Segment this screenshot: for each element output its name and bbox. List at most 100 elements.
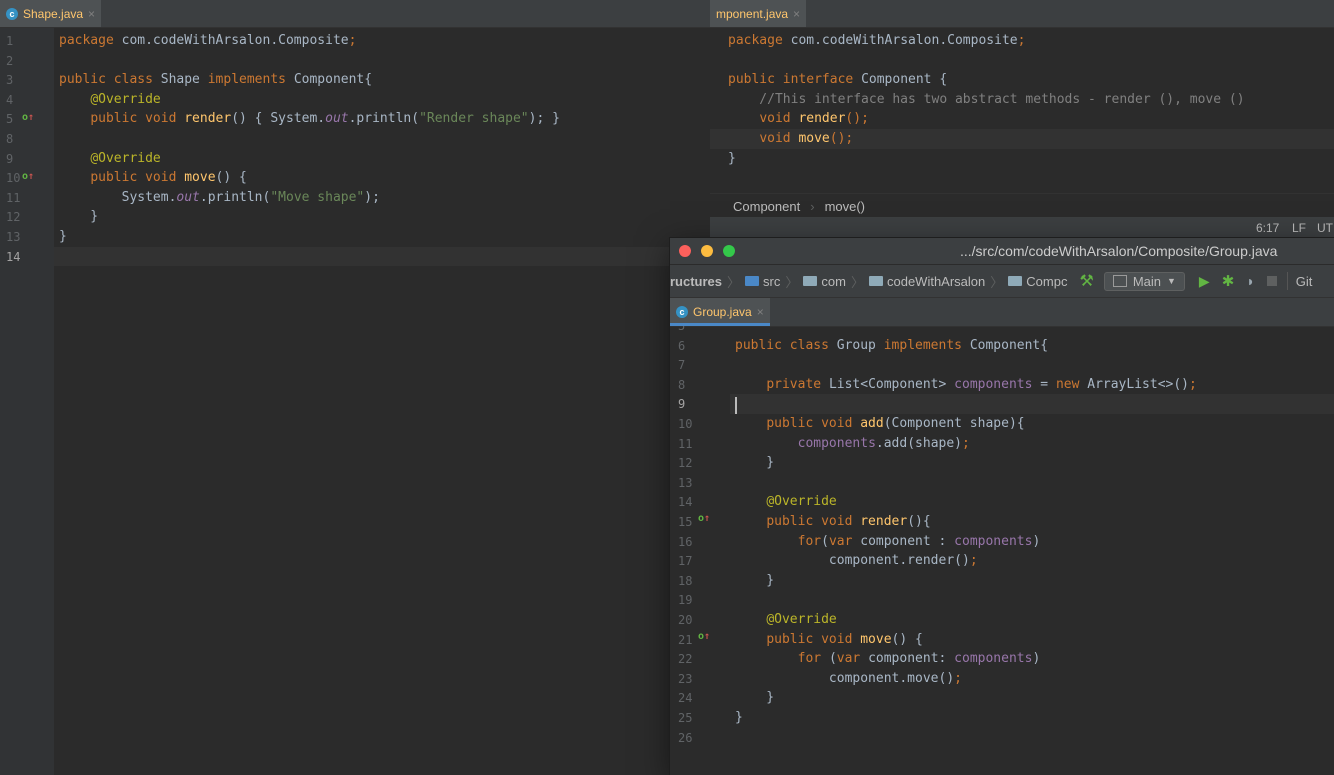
debug-icon[interactable]: ✱ [1222, 272, 1235, 290]
breadcrumb-method[interactable]: move() [825, 199, 865, 214]
code-line: components.add(shape); [735, 436, 970, 451]
code-token: for [797, 533, 822, 549]
tab-shape-java[interactable]: c Shape.java × [0, 0, 102, 27]
code-area[interactable]: 1 package com.codeWithArsalon.Composite; 2… [0, 28, 710, 775]
line-number: 6 [678, 338, 686, 353]
code-token: = [1032, 376, 1056, 392]
code-token: add [860, 416, 884, 431]
window-title: .../src/com/codeWithArsalon/Composite/Gr… [960, 243, 1278, 259]
code-token: ; [1017, 33, 1026, 48]
minimize-window-button[interactable] [701, 245, 713, 257]
code-token: } [59, 229, 67, 244]
code-token: components [954, 376, 1033, 392]
nav-crumb-codewitharsalon[interactable]: codeWithArsalon [868, 274, 985, 289]
nav-crumb-src[interactable]: src [745, 274, 780, 289]
maximize-window-button[interactable] [723, 245, 735, 257]
code-token: new [1055, 376, 1088, 392]
line-number: 5 [678, 326, 686, 333]
code-line: } [735, 690, 774, 705]
line-number: 7 [678, 358, 686, 373]
tab-group-java[interactable]: c Group.java × [670, 298, 770, 326]
code-line: public void add(Component shape){ [735, 416, 1025, 431]
code-line: } [735, 455, 774, 470]
line-separator[interactable]: LF [1292, 221, 1306, 235]
line-number: 14 [678, 495, 693, 510]
line-number: 11 [6, 190, 21, 205]
code-token: ; [348, 33, 357, 48]
line-number: 9 [6, 151, 14, 166]
line-number: 2 [6, 53, 14, 68]
implements-method-icon[interactable]: o↑ [698, 631, 710, 642]
code-token: var [836, 651, 869, 667]
coverage-icon[interactable]: ◗ [1246, 273, 1254, 289]
file-encoding[interactable]: UT [1317, 221, 1333, 235]
tab-component-java[interactable]: mponent.java × [710, 0, 807, 27]
code-token: (Component shape){ [883, 416, 1025, 431]
code-token: @Override [90, 150, 161, 166]
code-token: void [759, 111, 799, 127]
close-window-button[interactable] [679, 245, 691, 257]
build-hammer-icon[interactable]: ⚒ [1079, 271, 1093, 291]
stop-icon[interactable] [1266, 276, 1277, 286]
code-token: ); [364, 189, 380, 205]
run-configuration-select[interactable]: Main ▼ [1103, 271, 1185, 291]
caret-position[interactable]: 6:17 [1256, 221, 1279, 235]
breadcrumb-class[interactable]: Component [733, 199, 800, 214]
code-token: public void [766, 514, 861, 529]
nav-crumb-composite[interactable]: Compc [1008, 274, 1067, 289]
code-token: package [59, 33, 122, 48]
code-line: @Override [59, 91, 161, 107]
code-line: } [59, 229, 67, 244]
code-token: .add(shape) [875, 435, 962, 451]
code-token: } [735, 690, 775, 706]
code-line: @Override [59, 150, 161, 166]
code-area[interactable]: package com.codeWithArsalon.Composite; pu… [710, 28, 1334, 188]
code-token: .println( [348, 111, 420, 127]
line-number: 18 [678, 573, 693, 588]
close-icon[interactable]: × [757, 305, 764, 319]
code-token: (); [829, 131, 854, 146]
code-area[interactable]: 5 6 public class Group implements Componen… [670, 326, 1334, 775]
code-line: public interface Component { [728, 72, 947, 87]
run-icon[interactable]: ▶ [1199, 273, 1210, 290]
nav-crumb-project[interactable]: ructures [670, 274, 722, 289]
code-line: for(var component : components) [735, 533, 1041, 549]
code-token: ) [1032, 651, 1041, 667]
code-token: move [798, 131, 830, 146]
code-token: } [728, 150, 736, 166]
line-number: 8 [678, 377, 686, 392]
navigation-bar: ructures 〉 src 〉 com 〉 codeWithArsalon 〉… [670, 265, 1334, 298]
code-line: @Override [735, 494, 836, 509]
implements-method-icon[interactable]: o↑ [698, 513, 710, 524]
implements-method-icon[interactable]: o↑ [22, 112, 34, 123]
code-line: } [735, 710, 743, 725]
code-token: } [544, 111, 560, 127]
code-token: ( [828, 651, 837, 667]
code-line: private List<Component> components = new… [735, 377, 1197, 392]
line-number: 12 [6, 210, 21, 225]
vcs-label[interactable]: Git [1296, 274, 1313, 289]
code-token: out [325, 111, 349, 127]
line-number: 10 [678, 417, 693, 431]
code-line: void render(); [728, 111, 869, 126]
implements-method-icon[interactable]: o↑ [22, 171, 34, 182]
code-token: } [59, 209, 99, 225]
code-token: @Override [766, 612, 837, 627]
code-token: System. [59, 189, 177, 205]
nav-crumb-com[interactable]: com [803, 274, 846, 289]
status-bar: 6:17 LF UT [710, 217, 1334, 238]
code-line: for (var component: components) [735, 651, 1041, 667]
window-titlebar[interactable]: .../src/com/codeWithArsalon/Composite/Gr… [670, 238, 1334, 265]
line-number: 22 [678, 652, 693, 667]
line-number: 13 [6, 230, 21, 244]
close-icon[interactable]: × [793, 7, 800, 21]
code-token: @Override [90, 91, 161, 107]
close-icon[interactable]: × [88, 7, 95, 21]
shape-tab-bar: c Shape.java × [0, 0, 710, 28]
chevron-down-icon: ▼ [1167, 276, 1176, 286]
tab-label: mponent.java [716, 6, 789, 21]
